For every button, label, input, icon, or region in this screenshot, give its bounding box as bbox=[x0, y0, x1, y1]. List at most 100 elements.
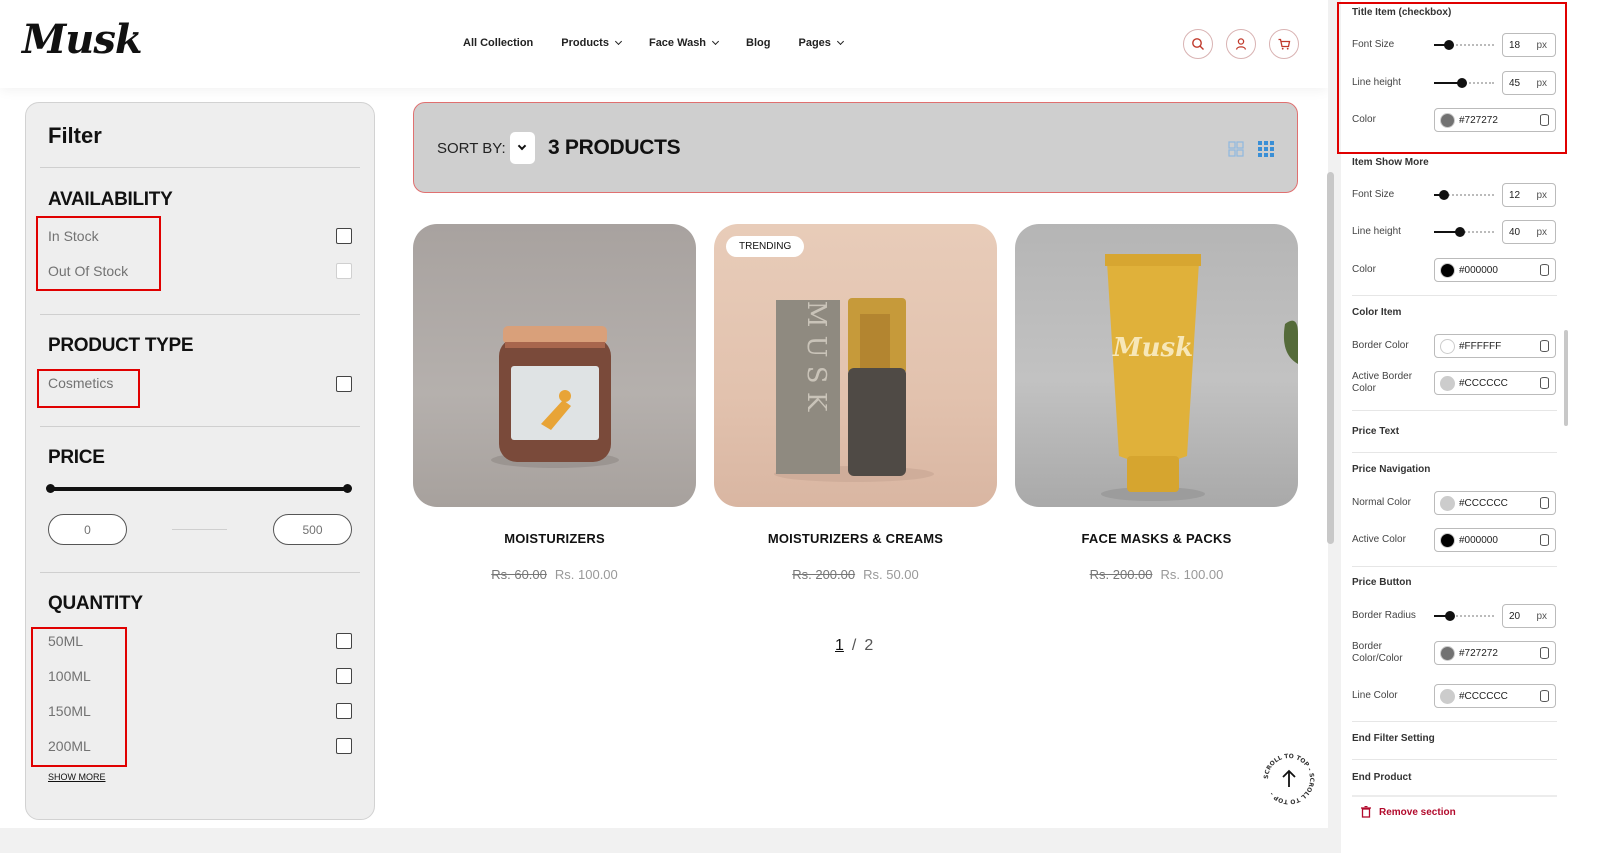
color-picker[interactable]: #000000 bbox=[1434, 258, 1556, 282]
price-min-handle[interactable] bbox=[46, 484, 55, 493]
end-filter-setting[interactable]: End Filter Setting bbox=[1352, 733, 1435, 744]
color-swatch[interactable] bbox=[1440, 646, 1455, 661]
value: 20 bbox=[1509, 611, 1521, 622]
database-icon[interactable] bbox=[1540, 534, 1549, 546]
nav-all-collection[interactable]: All Collection bbox=[463, 37, 533, 49]
show-more-link[interactable]: SHOW MORE bbox=[48, 772, 106, 782]
active-border-color-label: Active Border Color bbox=[1352, 371, 1413, 394]
color-value: #CCCCCC bbox=[1459, 498, 1508, 509]
checkbox-50ml[interactable] bbox=[336, 633, 352, 649]
nav-face-wash[interactable]: Face Wash bbox=[648, 37, 720, 49]
jar-image bbox=[491, 326, 619, 468]
database-icon[interactable] bbox=[1540, 340, 1549, 352]
end-product[interactable]: End Product bbox=[1352, 772, 1411, 783]
font-size-input[interactable]: 12 px bbox=[1502, 183, 1556, 207]
product-image[interactable] bbox=[413, 224, 696, 507]
user-icon bbox=[1235, 38, 1247, 50]
section-price-button: Price Button bbox=[1352, 577, 1412, 588]
color-swatch[interactable] bbox=[1440, 339, 1455, 354]
account-button[interactable] bbox=[1226, 29, 1256, 59]
page-current[interactable]: 1 bbox=[835, 637, 844, 654]
search-button[interactable] bbox=[1183, 29, 1213, 59]
product-type-heading: PRODUCT TYPE bbox=[48, 335, 194, 356]
color-swatch[interactable] bbox=[1440, 533, 1455, 548]
nav-blog[interactable]: Blog bbox=[746, 37, 770, 49]
remove-section-button[interactable]: Remove section bbox=[1361, 806, 1456, 818]
checkbox-in-stock[interactable] bbox=[336, 228, 352, 244]
sort-label: SORT BY: bbox=[437, 140, 506, 157]
price-max-handle[interactable] bbox=[343, 484, 352, 493]
color-swatch[interactable] bbox=[1440, 263, 1455, 278]
sale-price: Rs. 100.00 bbox=[1160, 567, 1224, 582]
active-color-picker[interactable]: #000000 bbox=[1434, 528, 1556, 552]
product-name[interactable]: MOISTURIZERS bbox=[413, 531, 696, 546]
font-size-slider[interactable] bbox=[1434, 190, 1494, 200]
border-radius-input[interactable]: 20 px bbox=[1502, 604, 1556, 628]
database-icon[interactable] bbox=[1540, 377, 1549, 389]
section-price-text[interactable]: Price Text bbox=[1352, 426, 1399, 437]
availability-heading: AVAILABILITY bbox=[48, 189, 173, 210]
cart-button[interactable] bbox=[1269, 29, 1299, 59]
price-range-slider[interactable] bbox=[46, 484, 352, 493]
sale-price: Rs. 50.00 bbox=[863, 567, 919, 582]
slider-handle[interactable] bbox=[1445, 611, 1455, 621]
checkbox-200ml[interactable] bbox=[336, 738, 352, 754]
search-icon bbox=[1192, 38, 1204, 50]
remove-section-label: Remove section bbox=[1379, 806, 1456, 818]
line-color-picker[interactable]: #CCCCCC bbox=[1434, 684, 1556, 708]
sort-select[interactable] bbox=[510, 132, 535, 164]
highlight-box bbox=[37, 369, 140, 408]
checkbox-cosmetics[interactable] bbox=[336, 376, 352, 392]
chevron-down-icon bbox=[517, 141, 527, 151]
database-icon[interactable] bbox=[1540, 264, 1549, 276]
page-scrollbar[interactable] bbox=[1327, 172, 1334, 544]
border-color-picker[interactable]: #FFFFFF bbox=[1434, 334, 1556, 358]
trash-icon bbox=[1361, 806, 1371, 818]
checkbox-100ml[interactable] bbox=[336, 668, 352, 684]
page-next[interactable]: 2 bbox=[864, 637, 873, 654]
old-price: Rs. 60.00 bbox=[491, 567, 547, 582]
color-swatch[interactable] bbox=[1440, 376, 1455, 391]
product-image[interactable]: Musk bbox=[1015, 224, 1298, 507]
filter-sidebar: Filter AVAILABILITY In Stock Out Of Stoc… bbox=[25, 102, 375, 820]
slider-handle[interactable] bbox=[1455, 227, 1465, 237]
nav-label: Face Wash bbox=[648, 37, 707, 49]
scroll-to-top-button[interactable]: SCROLL TO TOP - SCROLL TO TOP - bbox=[1262, 752, 1316, 806]
checkbox-out-of-stock[interactable] bbox=[336, 263, 352, 279]
product-image[interactable]: M U S K TRENDING bbox=[714, 224, 997, 507]
section-color-item: Color Item bbox=[1352, 307, 1402, 318]
divider bbox=[1352, 721, 1557, 722]
database-icon[interactable] bbox=[1540, 497, 1549, 509]
color-swatch[interactable] bbox=[1440, 689, 1455, 704]
line-height-input[interactable]: 40 px bbox=[1502, 220, 1556, 244]
color-value: #CCCCCC bbox=[1459, 691, 1508, 702]
price-max-input[interactable]: 500 bbox=[273, 514, 352, 545]
border-color-picker[interactable]: #727272 bbox=[1434, 641, 1556, 665]
price-min-input[interactable]: 0 bbox=[48, 514, 127, 545]
border-radius-slider[interactable] bbox=[1434, 611, 1494, 621]
divider bbox=[1352, 452, 1557, 453]
divider bbox=[40, 572, 360, 573]
grid-three-icon[interactable] bbox=[1258, 141, 1274, 157]
old-price: Rs. 200.00 bbox=[1089, 567, 1153, 582]
line-height-slider[interactable] bbox=[1434, 227, 1494, 237]
product-name[interactable]: FACE MASKS & PACKS bbox=[1015, 531, 1298, 546]
database-icon[interactable] bbox=[1540, 647, 1549, 659]
normal-color-picker[interactable]: #CCCCCC bbox=[1434, 491, 1556, 515]
site-logo[interactable]: Musk bbox=[22, 16, 143, 63]
panel-scrollbar[interactable] bbox=[1564, 330, 1568, 426]
nav-pages[interactable]: Pages bbox=[798, 37, 844, 49]
checkbox-150ml[interactable] bbox=[336, 703, 352, 719]
product-price: Rs. 200.00 Rs. 100.00 bbox=[1015, 567, 1298, 582]
color-swatch[interactable] bbox=[1440, 496, 1455, 511]
database-icon[interactable] bbox=[1540, 690, 1549, 702]
grid-two-icon[interactable] bbox=[1228, 141, 1244, 157]
color-value: #727272 bbox=[1459, 648, 1498, 659]
nav-label: Blog bbox=[746, 37, 771, 49]
sort-toolbar: SORT BY: 3 PRODUCTS bbox=[413, 102, 1298, 193]
nav-products[interactable]: Products bbox=[561, 37, 623, 49]
slider-handle[interactable] bbox=[1439, 190, 1449, 200]
border-color-label: Border Color bbox=[1352, 340, 1409, 351]
active-border-color-picker[interactable]: #CCCCCC bbox=[1434, 371, 1556, 395]
product-name[interactable]: MOISTURIZERS & CREAMS bbox=[714, 531, 997, 546]
